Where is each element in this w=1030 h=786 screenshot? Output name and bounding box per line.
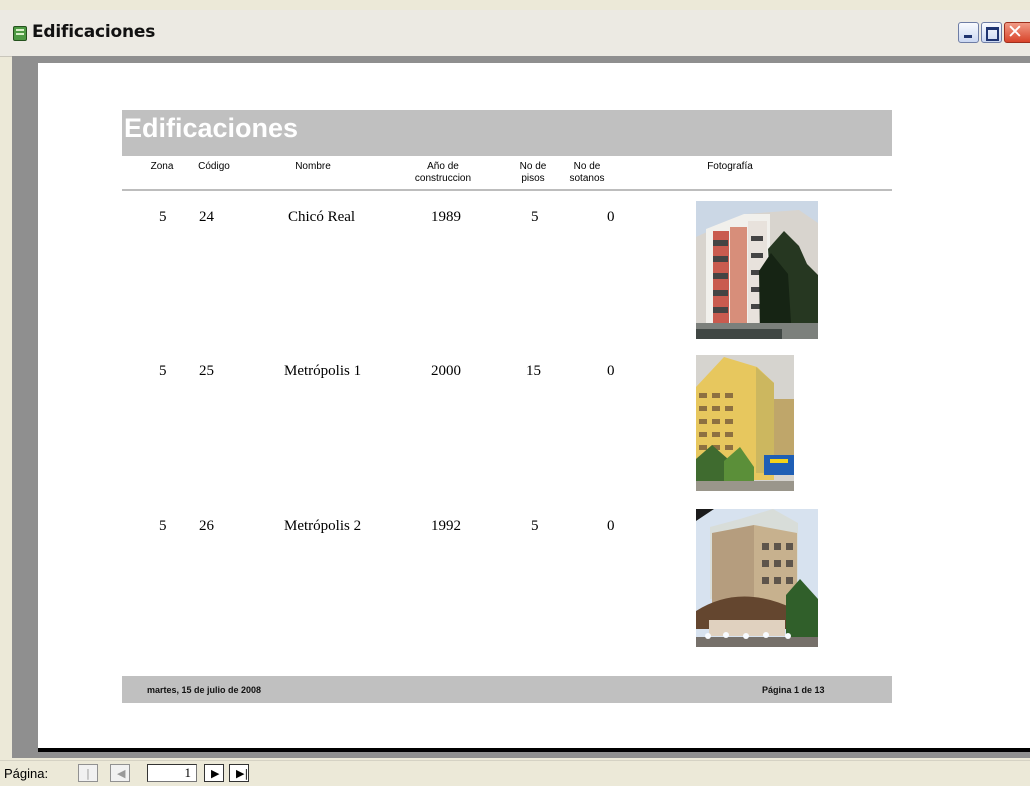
cell-zona: 5 [159, 209, 167, 225]
report-title: Edificaciones [124, 113, 299, 143]
cell-nombre: Chicó Real [288, 209, 356, 225]
cell-codigo: 26 [199, 518, 214, 534]
previous-page-button[interactable]: ◀ [110, 764, 130, 782]
report-icon [13, 26, 27, 41]
cell-codigo: 24 [199, 209, 214, 225]
minimize-button[interactable] [958, 22, 979, 43]
title-bar: Edificaciones ✕ [0, 10, 1030, 57]
close-icon: ✕ [1007, 21, 1023, 43]
column-header-anio: Año de construccion [414, 161, 472, 184]
report-window: Edificaciones ✕ Edificaciones Zona Códig… [0, 0, 1030, 786]
minimize-icon [964, 35, 972, 38]
header-divider [122, 189, 892, 191]
report-header-band: Edificaciones [122, 110, 892, 156]
cell-nombre: Metrópolis 1 [284, 363, 362, 379]
column-header-fotografia: Fotografía [707, 161, 753, 172]
cell-codigo: 25 [199, 363, 214, 379]
first-page-icon: |◀ [85, 767, 93, 786]
cell-nombre: Metrópolis 2 [284, 518, 362, 534]
cell-anio: 1989 [431, 209, 461, 225]
column-header-sotanos: No de sotanos [569, 161, 605, 184]
cell-anio: 2000 [431, 363, 461, 379]
record-navigation-bar: Página: |◀ ◀ ▶ ▶| [0, 760, 1030, 786]
last-page-icon: ▶| [236, 767, 249, 780]
next-page-button[interactable]: ▶ [204, 764, 224, 782]
first-page-button[interactable]: |◀ [78, 764, 98, 786]
cell-zona: 5 [159, 363, 167, 379]
column-header-zona: Zona [150, 161, 174, 172]
cell-pisos: 5 [531, 209, 539, 225]
cell-sotanos: 0 [607, 209, 615, 225]
maximize-button[interactable] [981, 22, 1002, 43]
cell-anio: 1992 [431, 518, 461, 534]
report-footer-band: martes, 15 de julio de 2008 Página 1 de … [122, 676, 892, 703]
maximize-icon [986, 27, 999, 41]
column-header-nombre: Nombre [295, 161, 331, 172]
next-page-icon: ▶ [211, 767, 220, 780]
page-navigation-label: Página: [4, 766, 49, 781]
cell-sotanos: 0 [607, 518, 615, 534]
report-page: Edificaciones Zona Código Nombre Año de … [38, 63, 1030, 752]
cell-pisos: 5 [531, 518, 539, 534]
close-button[interactable]: ✕ [1004, 21, 1030, 43]
page-number-input[interactable] [147, 764, 197, 782]
report-page-count: Página 1 de 13 [762, 685, 825, 695]
cell-sotanos: 0 [607, 363, 615, 379]
window-title: Edificaciones [32, 22, 156, 42]
column-header-codigo: Código [198, 161, 230, 172]
report-date: martes, 15 de julio de 2008 [147, 685, 262, 695]
cell-pisos: 15 [526, 363, 541, 379]
building-photo-metropolis-2 [696, 509, 818, 647]
report-preview-area[interactable]: Edificaciones Zona Código Nombre Año de … [12, 56, 1030, 758]
column-header-pisos: No de pisos [519, 161, 547, 184]
cell-zona: 5 [159, 518, 167, 534]
last-page-button[interactable]: ▶| [229, 764, 249, 782]
previous-page-icon: ◀ [117, 767, 126, 780]
building-photo-chico-real [696, 201, 818, 339]
building-photo-metropolis-1 [696, 355, 794, 491]
